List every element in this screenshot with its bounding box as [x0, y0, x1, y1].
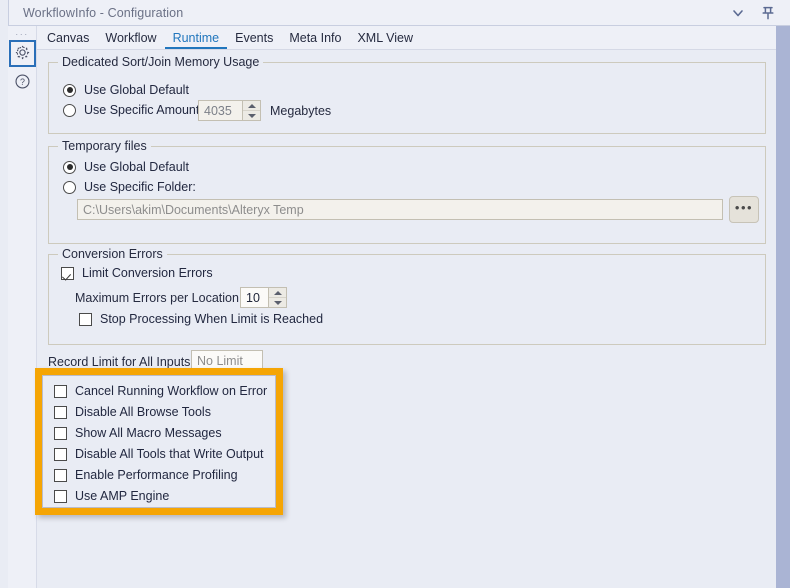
left-icon-rail: ··· ?: [8, 26, 37, 588]
ellipsis-icon: •••: [734, 199, 754, 215]
checkbox-label: Limit Conversion Errors: [82, 266, 213, 280]
titlebar-actions: [730, 5, 776, 21]
checkbox-use-amp-engine[interactable]: Use AMP Engine: [54, 489, 169, 503]
max-errors-spin-arrows: [268, 288, 286, 307]
radio-label: Use Specific Folder:: [84, 180, 196, 194]
spin-down-icon[interactable]: [269, 297, 286, 307]
checkbox-label: Enable Performance Profiling: [75, 468, 238, 482]
checkbox-indicator: [54, 447, 67, 461]
radio-label: Use Global Default: [84, 160, 189, 174]
window-titlebar: WorkflowInfo - Configuration: [8, 0, 790, 26]
radio-label: Use Global Default: [84, 83, 189, 97]
radio-label: Use Specific Amount:: [84, 103, 203, 117]
checkbox-disable-all-browse-tools[interactable]: Disable All Browse Tools: [54, 405, 211, 419]
max-errors-value[interactable]: 10: [241, 288, 268, 307]
max-errors-label: Maximum Errors per Location:: [75, 291, 243, 305]
radio-memory-global-default[interactable]: Use Global Default: [63, 83, 189, 97]
checkbox-label: Use AMP Engine: [75, 489, 170, 503]
radio-temp-global-default[interactable]: Use Global Default: [63, 160, 189, 174]
checkbox-indicator: [61, 266, 74, 280]
record-limit-label: Record Limit for All Inputs:: [48, 355, 194, 369]
memory-usage-group: Dedicated Sort/Join Memory Usage: [48, 55, 766, 134]
checkbox-stop-processing[interactable]: Stop Processing When Limit is Reached: [79, 312, 323, 326]
checkbox-label: Cancel Running Workflow on Error: [75, 384, 268, 398]
memory-amount-spin-arrows: [242, 101, 260, 120]
checkbox-cancel-running-workflow-on-error[interactable]: Cancel Running Workflow on Error: [54, 384, 267, 398]
pin-icon[interactable]: [760, 5, 776, 21]
tab-runtime[interactable]: Runtime: [164, 31, 228, 49]
rail-grip-dots: ···: [15, 29, 29, 39]
rail-item-configuration[interactable]: [8, 40, 36, 67]
radio-memory-specific-amount[interactable]: Use Specific Amount:: [63, 103, 203, 117]
chevron-down-icon[interactable]: [730, 5, 746, 21]
radio-temp-specific-folder[interactable]: Use Specific Folder:: [63, 180, 196, 194]
checkbox-limit-conversion-errors[interactable]: Limit Conversion Errors: [61, 266, 213, 280]
runtime-options-panel: Cancel Running Workflow on Error Disable…: [42, 375, 276, 508]
checkbox-indicator: [54, 489, 67, 503]
right-scroll-strip[interactable]: [776, 26, 790, 588]
checkbox-indicator: [54, 384, 67, 398]
max-errors-spinner[interactable]: 10: [240, 287, 287, 308]
tab-xml-view[interactable]: XML View: [349, 31, 421, 49]
temp-folder-path-value: C:\Users\akim\Documents\Alteryx Temp: [83, 202, 304, 217]
checkbox-label: Disable All Browse Tools: [75, 405, 211, 419]
tab-workflow[interactable]: Workflow: [97, 31, 164, 49]
checkbox-label: Show All Macro Messages: [75, 426, 222, 440]
tab-bar: Canvas Workflow Runtime Events Meta Info…: [37, 26, 790, 50]
page-title: WorkflowInfo - Configuration: [23, 5, 184, 20]
radio-indicator: [63, 160, 76, 174]
megabytes-label: Megabytes: [270, 104, 332, 118]
scrollbar-track[interactable]: [776, 26, 790, 588]
browse-folder-button[interactable]: •••: [729, 196, 759, 223]
question-circle-icon: ?: [14, 73, 31, 93]
gear-icon: [14, 44, 31, 64]
checkbox-label: Stop Processing When Limit is Reached: [100, 312, 324, 326]
checkbox-indicator: [54, 468, 67, 482]
memory-amount-spinner[interactable]: 4035: [198, 100, 261, 121]
runtime-options-highlight: Cancel Running Workflow on Error Disable…: [35, 368, 283, 515]
tab-meta-info[interactable]: Meta Info: [281, 31, 349, 49]
radio-indicator: [63, 83, 76, 97]
memory-amount-value[interactable]: 4035: [199, 101, 242, 120]
rail-item-help[interactable]: ?: [9, 69, 36, 96]
tab-events[interactable]: Events: [227, 31, 281, 49]
tab-canvas[interactable]: Canvas: [39, 31, 97, 49]
record-limit-placeholder: No Limit: [197, 353, 243, 368]
svg-text:?: ?: [20, 77, 25, 87]
checkbox-indicator: [54, 405, 67, 419]
runtime-settings-panel: Dedicated Sort/Join Memory Usage Use Glo…: [35, 50, 776, 588]
spin-up-icon[interactable]: [269, 288, 286, 297]
checkbox-indicator: [79, 312, 92, 326]
memory-usage-group-legend: Dedicated Sort/Join Memory Usage: [58, 55, 264, 69]
spin-down-icon[interactable]: [243, 110, 260, 120]
radio-indicator: [63, 103, 76, 117]
spin-up-icon[interactable]: [243, 101, 260, 110]
temporary-files-group-legend: Temporary files: [58, 139, 151, 153]
temp-folder-path-input[interactable]: C:\Users\akim\Documents\Alteryx Temp: [77, 199, 723, 220]
checkbox-disable-all-tools-that-write-output[interactable]: Disable All Tools that Write Output: [54, 447, 264, 461]
checkbox-label: Disable All Tools that Write Output: [75, 447, 264, 461]
checkbox-enable-performance-profiling[interactable]: Enable Performance Profiling: [54, 468, 238, 482]
conversion-errors-group-legend: Conversion Errors: [58, 247, 167, 261]
checkbox-show-all-macro-messages[interactable]: Show All Macro Messages: [54, 426, 222, 440]
radio-indicator: [63, 180, 76, 194]
checkbox-indicator: [54, 426, 67, 440]
